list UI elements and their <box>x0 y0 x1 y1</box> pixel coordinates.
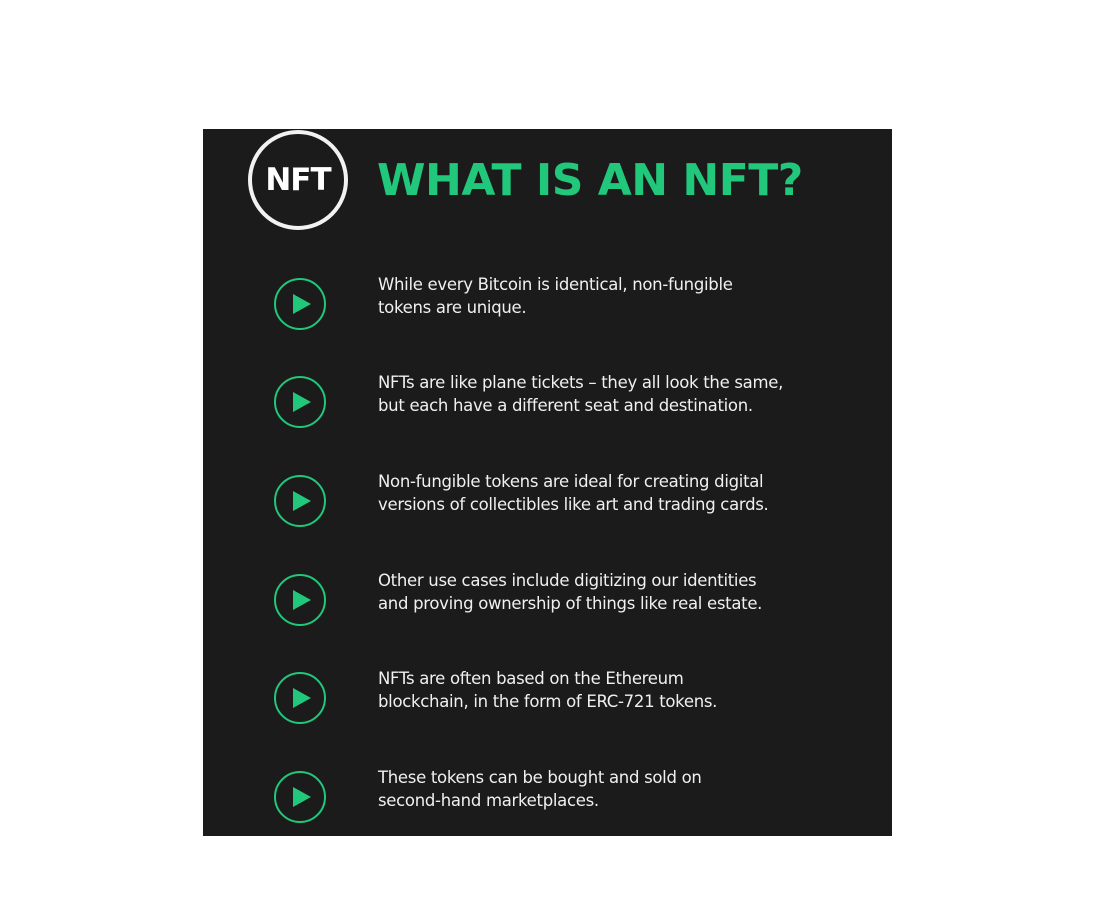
fact-text-line: NFTs are often based on the Ethereum <box>378 669 684 688</box>
fact-item-6: These tokens can be bought and sold on s… <box>203 764 892 834</box>
play-arrow-circle-icon <box>274 574 326 626</box>
fact-text-line: These tokens can be bought and sold on <box>378 768 702 787</box>
fact-text: Non-fungible tokens are ideal for creati… <box>378 470 878 516</box>
nft-infographic-card: NFT WHAT IS AN NFT? While every Bitcoin … <box>203 129 892 836</box>
fact-item-3: Non-fungible tokens are ideal for creati… <box>203 468 892 538</box>
play-arrow-circle-icon <box>274 278 326 330</box>
fact-text-line: and proving ownership of things like rea… <box>378 594 763 613</box>
fact-item-5: NFTs are often based on the Ethereum blo… <box>203 665 892 735</box>
fact-item-1: While every Bitcoin is identical, non-fu… <box>203 271 892 341</box>
fact-text-line: second-hand marketplaces. <box>378 791 599 810</box>
fact-text-line: Other use cases include digitizing our i… <box>378 571 757 590</box>
fact-text: While every Bitcoin is identical, non-fu… <box>378 273 878 319</box>
play-arrow-circle-icon <box>274 376 326 428</box>
fact-item-4: Other use cases include digitizing our i… <box>203 567 892 637</box>
fact-text-line: Non-fungible tokens are ideal for creati… <box>378 472 764 491</box>
fact-text-line: versions of collectibles like art and tr… <box>378 495 769 514</box>
fact-text: Other use cases include digitizing our i… <box>378 569 878 615</box>
fact-text-line: While every Bitcoin is identical, non-fu… <box>378 275 733 294</box>
fact-text: NFTs are like plane tickets – they all l… <box>378 371 878 417</box>
fact-text: NFTs are often based on the Ethereum blo… <box>378 667 878 713</box>
fact-text-line: blockchain, in the form of ERC-721 token… <box>378 692 718 711</box>
play-arrow-circle-icon <box>274 475 326 527</box>
fact-list: While every Bitcoin is identical, non-fu… <box>203 129 892 836</box>
page: NFT WHAT IS AN NFT? While every Bitcoin … <box>0 0 1100 900</box>
fact-text: These tokens can be bought and sold on s… <box>378 766 878 812</box>
fact-text-line: tokens are unique. <box>378 298 527 317</box>
fact-text-line: NFTs are like plane tickets – they all l… <box>378 373 784 392</box>
play-arrow-circle-icon <box>274 771 326 823</box>
fact-text-line: but each have a different seat and desti… <box>378 396 753 415</box>
fact-item-2: NFTs are like plane tickets – they all l… <box>203 369 892 439</box>
play-arrow-circle-icon <box>274 672 326 724</box>
